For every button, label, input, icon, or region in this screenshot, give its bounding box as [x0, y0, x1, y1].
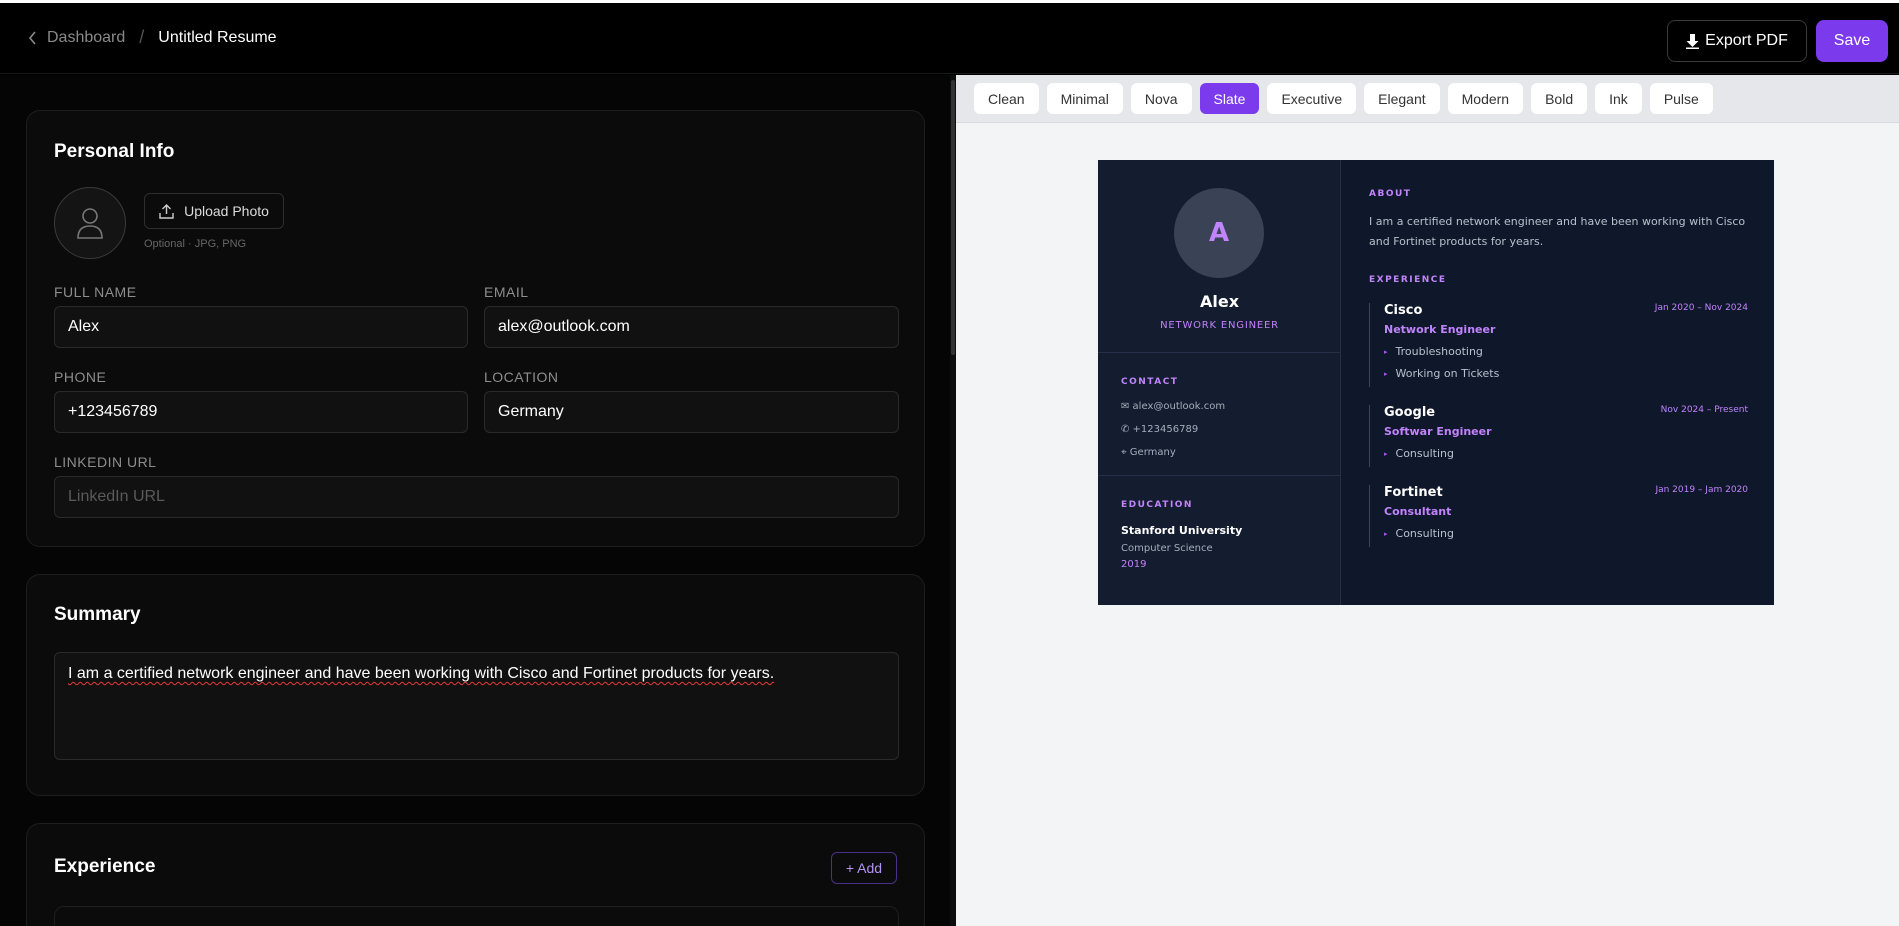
location-label: LOCATION: [484, 369, 559, 385]
save-button[interactable]: Save: [1816, 20, 1888, 62]
summary-text: I am a certified network engineer and ha…: [68, 665, 775, 682]
linkedin-input[interactable]: LinkedIn URL: [54, 476, 899, 518]
resume-sidebar: A Alex NETWORK ENGINEER CONTACT ✉ alex@o…: [1098, 160, 1341, 605]
upload-icon: [159, 203, 174, 219]
resume-name: Alex: [1199, 292, 1240, 311]
user-icon: [77, 208, 103, 239]
resume-job: Fortinet Jan 2019 – Jam 2020 Consultant …: [1369, 485, 1748, 547]
resume-job-bullet: ▸ Working on Tickets: [1384, 367, 1500, 380]
template-tab-minimal[interactable]: Minimal: [1046, 83, 1123, 114]
editor-scrollbar-thumb[interactable]: [951, 80, 955, 355]
upload-photo-button[interactable]: Upload Photo: [144, 193, 284, 229]
breadcrumb-separator: /: [139, 27, 145, 47]
resume-job-dates: Jan 2020 – Nov 2024: [1654, 303, 1748, 313]
breadcrumb-dashboard-label: Dashboard: [47, 28, 126, 46]
personal-info-heading: Personal Info: [54, 141, 175, 162]
resume-experience-heading: EXPERIENCE: [1369, 275, 1447, 285]
triangle-bullet-icon: ▸: [1384, 449, 1388, 458]
resume-contact-phone: ✆ +123456789: [1121, 424, 1199, 435]
phone-label: PHONE: [54, 369, 107, 385]
resume-preview: A Alex NETWORK ENGINEER CONTACT ✉ alex@o…: [1098, 160, 1774, 605]
export-pdf-button[interactable]: Export PDF: [1667, 20, 1807, 62]
template-tab-nova[interactable]: Nova: [1130, 83, 1192, 114]
export-pdf-label: Export PDF: [1705, 32, 1788, 49]
summary-card: Summary I am a certified network enginee…: [26, 574, 925, 796]
template-tab-clean[interactable]: Clean: [974, 83, 1039, 114]
resume-contact-location: ⌖ Germany: [1121, 447, 1176, 458]
template-tab-bold[interactable]: Bold: [1531, 83, 1588, 114]
email-label: EMAIL: [484, 284, 529, 300]
resume-job: Cisco Jan 2020 – Nov 2024 Network Engine…: [1369, 303, 1748, 387]
chevron-left-icon: [28, 30, 36, 45]
resume-job-role: Consultant: [1384, 505, 1452, 518]
editor-panel[interactable]: Personal Info Upload Photo Optional · JP…: [0, 75, 950, 926]
resume-about-text: I am a certified network engineer and ha…: [1369, 215, 1746, 248]
template-tab-executive[interactable]: Executive: [1267, 83, 1357, 114]
upload-photo-label: Upload Photo: [184, 203, 269, 219]
page-title: Untitled Resume: [158, 28, 277, 46]
resume-job-bullet: ▸ Consulting: [1384, 527, 1454, 540]
resume-contact-email: ✉ alex@outlook.com: [1121, 401, 1226, 412]
resume-job-title: NETWORK ENGINEER: [1160, 320, 1279, 331]
triangle-bullet-icon: ▸: [1384, 347, 1388, 356]
breadcrumb: Dashboard / Untitled Resume: [28, 27, 277, 48]
experience-heading: Experience: [54, 856, 156, 877]
template-tabs: Clean Minimal Nova Slate Executive Elega…: [956, 75, 1899, 123]
upload-hint: Optional · JPG, PNG: [144, 238, 247, 250]
full-name-input[interactable]: Alex: [54, 306, 468, 348]
personal-info-card: Personal Info Upload Photo Optional · JP…: [26, 110, 925, 547]
email-input[interactable]: alex@outlook.com: [484, 306, 899, 348]
template-tab-modern[interactable]: Modern: [1447, 83, 1524, 114]
resume-contact-heading: CONTACT: [1121, 377, 1179, 387]
resume-job-role: Network Engineer: [1384, 323, 1496, 336]
location-input[interactable]: Germany: [484, 391, 899, 433]
resume-divider: [1098, 352, 1341, 353]
resume-divider: [1098, 475, 1341, 476]
resume-job-bullet: ▸ Troubleshooting: [1384, 345, 1483, 358]
add-experience-button[interactable]: + Add: [831, 852, 897, 884]
phone-input[interactable]: +123456789: [54, 391, 468, 433]
resume-edu-year: 2019: [1121, 559, 1147, 570]
top-bar: Dashboard / Untitled Resume Export PDF S…: [0, 0, 1899, 74]
experience-entry: [54, 906, 899, 926]
resume-job: Google Nov 2024 – Present Softwar Engine…: [1369, 405, 1748, 467]
template-tab-slate[interactable]: Slate: [1199, 83, 1260, 114]
resume-avatar: A: [1174, 188, 1264, 278]
summary-heading: Summary: [54, 604, 141, 625]
breadcrumb-dashboard-link[interactable]: Dashboard: [28, 29, 125, 47]
resume-main: ABOUT I am a certified network engineer …: [1341, 160, 1774, 605]
resume-about-heading: ABOUT: [1369, 189, 1412, 199]
resume-job-dates: Jan 2019 – Jam 2020: [1655, 485, 1748, 495]
resume-education-heading: EDUCATION: [1121, 500, 1193, 510]
template-tab-elegant[interactable]: Elegant: [1364, 83, 1440, 114]
preview-panel: Clean Minimal Nova Slate Executive Elega…: [956, 75, 1899, 926]
full-name-label: FULL NAME: [54, 284, 137, 300]
resume-edu-degree: Computer Science: [1121, 543, 1213, 554]
template-tab-pulse[interactable]: Pulse: [1649, 83, 1713, 114]
resume-job-role: Softwar Engineer: [1384, 425, 1492, 438]
resume-edu-school: Stanford University: [1121, 524, 1243, 537]
resume-job-dates: Nov 2024 – Present: [1660, 405, 1748, 415]
resume-job-bullet: ▸ Consulting: [1384, 447, 1454, 460]
photo-placeholder[interactable]: [54, 187, 126, 259]
download-arrow-icon: [1686, 33, 1700, 49]
triangle-bullet-icon: ▸: [1384, 529, 1388, 538]
linkedin-label: LINKEDIN URL: [54, 454, 157, 470]
summary-textarea[interactable]: I am a certified network engineer and ha…: [54, 652, 899, 760]
experience-card: Experience + Add: [26, 823, 925, 926]
triangle-bullet-icon: ▸: [1384, 369, 1388, 378]
template-tab-ink[interactable]: Ink: [1595, 83, 1642, 114]
